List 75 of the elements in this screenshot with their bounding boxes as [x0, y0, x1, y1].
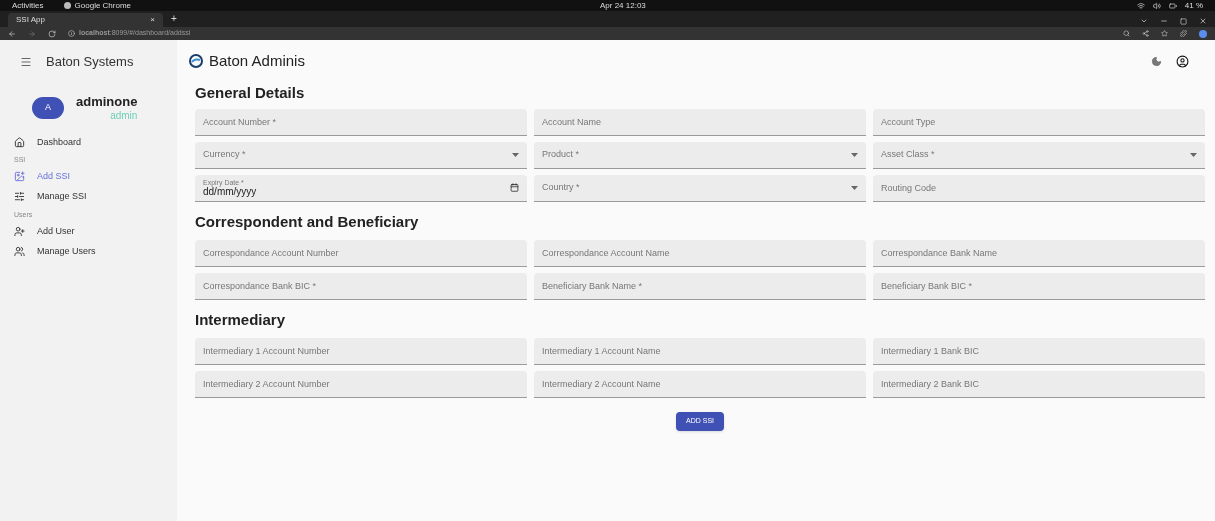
page-title: Baton Adminis	[209, 51, 305, 71]
select-field[interactable]: Asset Class *	[873, 141, 1205, 169]
info-icon[interactable]	[68, 30, 75, 37]
dark-mode-icon[interactable]	[1151, 55, 1162, 67]
tab-title: SSI App	[16, 14, 45, 26]
dropdown-arrow-icon	[851, 152, 858, 157]
maximize-icon[interactable]	[1180, 17, 1187, 25]
text-field[interactable]: Correspondance Bank BIC *	[195, 272, 527, 300]
user-avatar: A	[32, 96, 64, 119]
text-field[interactable]: Intermediary 1 Bank BIC	[873, 337, 1205, 365]
star-icon[interactable]	[1161, 30, 1168, 37]
select-placeholder: Asset Class *	[881, 147, 935, 161]
browser-tab[interactable]: SSI App ×	[8, 13, 163, 27]
sidebar-title: Baton Systems	[46, 53, 134, 71]
nav-icon	[14, 225, 25, 237]
tab-list-icon[interactable]	[1140, 17, 1148, 25]
profile-avatar[interactable]	[1199, 29, 1207, 38]
tab-close-button[interactable]: ×	[150, 14, 155, 26]
dropdown-arrow-icon	[851, 185, 858, 190]
select-field[interactable]: Currency *	[195, 141, 527, 169]
battery-percent: 41 %	[1184, 0, 1203, 12]
nav-icon	[14, 191, 25, 203]
select-placeholder: Country *	[542, 180, 580, 194]
section-heading: Intermediary	[195, 310, 287, 331]
back-icon[interactable]	[8, 29, 16, 38]
nav-icon	[14, 136, 25, 148]
select-field[interactable]: Country *	[534, 174, 866, 202]
wifi-icon	[1136, 1, 1145, 10]
date-value: dd/mm/yyyy	[203, 186, 257, 197]
text-field[interactable]: Intermediary 2 Bank BIC	[873, 370, 1205, 398]
dropdown-arrow-icon	[512, 152, 519, 157]
text-field[interactable]: Intermediary 1 Account Number	[195, 337, 527, 365]
text-field[interactable]: Intermediary 1 Account Name	[534, 337, 866, 365]
logo-icon	[189, 54, 203, 69]
share-icon[interactable]	[1142, 30, 1149, 37]
nav-item[interactable]: Manage Users	[14, 241, 143, 262]
activities-button[interactable]: Activities	[12, 0, 44, 12]
dropdown-arrow-icon	[1190, 152, 1197, 157]
close-icon[interactable]	[1199, 17, 1207, 25]
text-field[interactable]: Intermediary 2 Account Name	[534, 370, 866, 398]
battery-icon	[1168, 1, 1177, 10]
nav-item[interactable]: Add SSI	[14, 166, 143, 187]
text-field[interactable]: Account Name	[534, 108, 866, 136]
user-name: adminone	[76, 93, 138, 110]
clock[interactable]: Apr 24 12:03	[600, 0, 646, 12]
text-field[interactable]: Beneficiary Bank Name *	[534, 272, 866, 300]
volume-icon	[1152, 1, 1161, 10]
new-tab-button[interactable]: +	[171, 11, 177, 26]
section-heading: Correspondent and Beneficiary	[195, 212, 420, 233]
puzzle-icon[interactable]	[1180, 30, 1187, 37]
text-field[interactable]: Correspondance Account Name	[534, 239, 866, 267]
minimize-icon[interactable]	[1160, 17, 1168, 25]
nav-item[interactable]: Dashboard	[14, 132, 143, 153]
nav-item[interactable]: Manage SSI	[14, 186, 143, 207]
search-icon[interactable]	[1123, 30, 1130, 37]
select-placeholder: Currency *	[203, 147, 246, 161]
section-heading: General Details	[195, 83, 306, 104]
text-field[interactable]: Account Number *	[195, 108, 527, 136]
nav-icon	[14, 171, 25, 183]
calendar-icon[interactable]	[510, 183, 519, 192]
app-name[interactable]: Google Chrome	[74, 0, 132, 12]
text-field[interactable]: Intermediary 2 Account Number	[195, 370, 527, 398]
text-field[interactable]: Beneficiary Bank BIC *	[873, 272, 1205, 300]
nav-item[interactable]: Add User	[14, 221, 143, 242]
select-placeholder: Product *	[542, 147, 580, 161]
account-icon[interactable]	[1176, 54, 1189, 68]
user-role: admin	[110, 109, 138, 123]
nav-icon	[14, 245, 25, 257]
text-field[interactable]: Account Type	[873, 108, 1205, 136]
menu-icon[interactable]	[20, 55, 32, 68]
text-field[interactable]: Routing Code	[873, 174, 1205, 202]
text-field[interactable]: Correspondance Bank Name	[873, 239, 1205, 267]
reload-icon[interactable]	[48, 29, 56, 38]
text-field[interactable]: Correspondance Account Number	[195, 239, 527, 267]
select-field[interactable]: Product *	[534, 141, 866, 169]
